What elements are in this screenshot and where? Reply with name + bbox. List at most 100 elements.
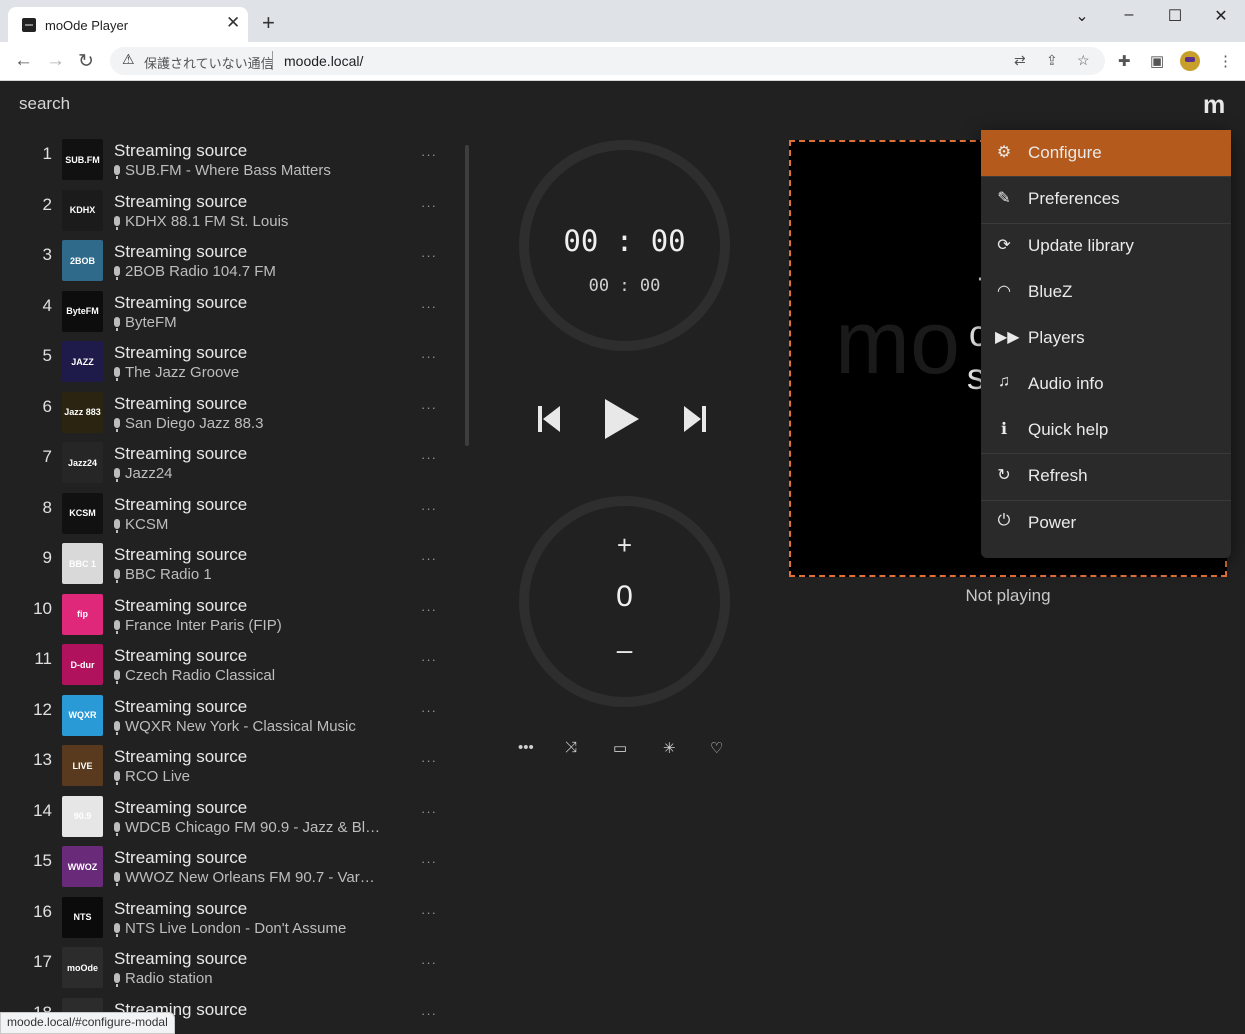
track-title: Streaming source xyxy=(114,595,248,615)
playlist-item[interactable]: 5 JAZZ Streaming source The Jazz Groove ··· xyxy=(0,341,450,391)
tab-search-icon[interactable]: ⌄ xyxy=(1070,6,1094,26)
playlist-item[interactable]: 9 BBC 1 Streaming source BBC Radio 1 ··· xyxy=(0,543,450,593)
playlist-item[interactable]: 10 fip Streaming source France Inter Paris … xyxy=(0,593,450,644)
item-options-icon[interactable]: ··· xyxy=(421,450,437,465)
thumbnail-text: Jazz 883 xyxy=(64,407,101,417)
microphone-icon xyxy=(114,922,120,937)
playlist-item[interactable]: 3 2BOB Streaming source 2BOB Radio 104.7 FM… xyxy=(0,240,450,290)
close-tab-icon[interactable]: ✕ xyxy=(226,13,240,33)
microphone-icon xyxy=(114,670,120,684)
item-options-icon[interactable]: ··· xyxy=(421,753,437,768)
item-options-icon[interactable]: ··· xyxy=(421,349,437,364)
station-name: Czech Radio Classical xyxy=(114,667,275,684)
menu-item-label: Configure xyxy=(1028,143,1102,162)
close-window-button[interactable]: ✕ xyxy=(1209,6,1233,26)
item-options-icon[interactable]: ··· xyxy=(421,551,437,566)
item-options-icon[interactable]: ··· xyxy=(421,804,437,819)
item-options-icon[interactable]: ··· xyxy=(421,652,437,667)
share-icon[interactable]: ⇪ xyxy=(1046,52,1058,69)
side-panel-icon[interactable]: ▣ xyxy=(1150,52,1164,70)
volume-knob[interactable]: + 0 – xyxy=(519,496,730,707)
volume-up-button[interactable]: + xyxy=(529,530,720,561)
track-title: Streaming source xyxy=(114,393,248,413)
item-options-icon[interactable]: ··· xyxy=(421,905,437,920)
menu-item-configure[interactable]: ⚙ Configure xyxy=(981,130,1231,176)
previous-button[interactable] xyxy=(538,404,560,439)
track-number: 3 xyxy=(42,245,52,264)
item-options-icon[interactable]: ··· xyxy=(421,400,437,415)
item-options-icon[interactable]: ··· xyxy=(421,248,437,263)
favorite-heart-icon[interactable]: ♡ xyxy=(710,739,723,757)
menu-item-refresh[interactable]: ↻ Refresh xyxy=(981,453,1231,499)
playlist-item[interactable]: 1 SUB.FM Streaming source SUB.FM - Where Ba… xyxy=(0,139,450,189)
menu-item-update-library[interactable]: ⟳ Update library xyxy=(981,223,1231,269)
forward-icon[interactable]: → xyxy=(46,50,65,72)
playlist-item[interactable]: 12 WQXR Streaming source WQXR New York - Cl… xyxy=(0,694,450,745)
reload-icon[interactable]: ↻ xyxy=(78,50,94,73)
moode-logo-menu-button[interactable]: m xyxy=(1203,91,1225,120)
bookmark-star-icon[interactable]: ☆ xyxy=(1077,52,1090,69)
playback-knob[interactable]: 00 : 00 00 : 00 xyxy=(519,140,730,351)
search-link[interactable]: search xyxy=(19,94,70,114)
playlist-item[interactable]: 17 moOde Streaming source Radio station ··· xyxy=(0,947,450,997)
menu-item-audio-info[interactable]: ♫ Audio info xyxy=(981,361,1231,407)
menu-item-preferences[interactable]: ✎ Preferences xyxy=(981,176,1231,222)
display-icon[interactable]: ▭ xyxy=(613,739,627,757)
track-title: Streaming source xyxy=(114,646,248,665)
consume-icon[interactable]: ✳ xyxy=(663,739,676,757)
menu-item-quick-help[interactable]: ℹ Quick help xyxy=(981,407,1231,453)
playlist-scrollbar[interactable] xyxy=(465,145,469,446)
item-options-icon[interactable]: ··· xyxy=(421,501,437,516)
track-number: 8 xyxy=(42,497,52,517)
music-note-icon: ♫ xyxy=(998,373,1010,390)
station-thumbnail: WWOZ xyxy=(62,846,103,887)
item-options-icon[interactable]: ··· xyxy=(421,299,437,314)
playlist-item[interactable]: 4 ByteFM Streaming source ByteFM ··· xyxy=(0,290,450,341)
playlist-item[interactable]: 11 D-dur Streaming source Czech Radio Class… xyxy=(0,644,450,694)
playlist-item[interactable]: 13 LIVE Streaming source RCO Live ··· xyxy=(0,745,450,795)
back-icon[interactable]: ← xyxy=(14,50,33,72)
warning-icon[interactable]: ⚠ xyxy=(122,51,135,68)
item-options-icon[interactable]: ··· xyxy=(421,854,437,869)
menu-item-bluez[interactable]: ◠ BlueZ xyxy=(981,269,1231,315)
item-options-icon[interactable]: ··· xyxy=(421,955,437,970)
volume-down-button[interactable]: – xyxy=(529,634,720,666)
minimize-button[interactable]: – xyxy=(1117,6,1141,24)
playlist-item[interactable]: 15 WWOZ Streaming source WWOZ New Orleans F… xyxy=(0,846,450,896)
item-options-icon[interactable]: ··· xyxy=(421,198,437,213)
menu-item-power[interactable]: ⏻ Power xyxy=(981,500,1231,546)
more-options-icon[interactable]: ••• xyxy=(518,739,534,756)
browser-menu-icon[interactable]: ⋮ xyxy=(1218,52,1233,70)
item-options-icon[interactable]: ··· xyxy=(421,147,437,162)
station-thumbnail: JAZZ xyxy=(62,341,103,382)
station-thumbnail: Jazz24 xyxy=(62,442,103,483)
playlist-item[interactable]: 2 KDHX Streaming source KDHX 88.1 FM St. Lo… xyxy=(0,189,450,240)
address-bar[interactable]: ⚠ 保護されていない通信 moode.local/ ⇄ ⇪ ☆ xyxy=(110,47,1105,75)
security-status[interactable]: 保護されていない通信 xyxy=(144,53,274,72)
shuffle-icon[interactable]: ⤨ xyxy=(565,739,577,756)
play-button[interactable] xyxy=(605,399,639,444)
translate-icon[interactable]: ⇄ xyxy=(1014,52,1026,69)
item-options-icon[interactable]: ··· xyxy=(421,1006,437,1021)
url-text[interactable]: moode.local/ xyxy=(284,53,363,69)
station-name-text: WDCB Chicago FM 90.9 - Jazz & Bl… xyxy=(125,818,381,836)
item-options-icon[interactable]: ··· xyxy=(421,703,437,718)
next-button[interactable] xyxy=(684,404,706,439)
thumbnail-text: D-dur xyxy=(70,659,95,670)
playlist-item[interactable]: 7 Jazz24 Streaming source Jazz24 ··· xyxy=(0,442,450,492)
new-tab-button[interactable]: + xyxy=(262,12,275,34)
station-thumbnail: SUB.FM xyxy=(62,139,103,180)
playlist-item[interactable]: 6 Jazz 883 Streaming source San Diego Jazz … xyxy=(0,391,450,442)
playlist-item[interactable]: 14 90.9 Streaming source WDCB Chicago FM 90… xyxy=(0,795,450,846)
station-name-text: France Inter Paris (FIP) xyxy=(125,616,282,634)
playlist-item[interactable]: 16 NTS Streaming source NTS Live London - D… xyxy=(0,896,450,947)
extensions-icon[interactable]: ✚ xyxy=(1118,52,1131,70)
playlist-item[interactable]: 8 KCSM Streaming source KCSM ··· xyxy=(0,492,450,543)
profile-avatar[interactable] xyxy=(1180,51,1200,71)
station-name-text: The Jazz Groove xyxy=(125,364,240,381)
browser-tab[interactable]: moOde Player ✕ xyxy=(8,7,248,42)
menu-item-players[interactable]: ▶▶ Players xyxy=(981,315,1231,361)
item-options-icon[interactable]: ··· xyxy=(421,602,437,617)
maximize-button[interactable]: ☐ xyxy=(1163,6,1187,26)
thumbnail-text: SUB.FM xyxy=(65,154,100,165)
